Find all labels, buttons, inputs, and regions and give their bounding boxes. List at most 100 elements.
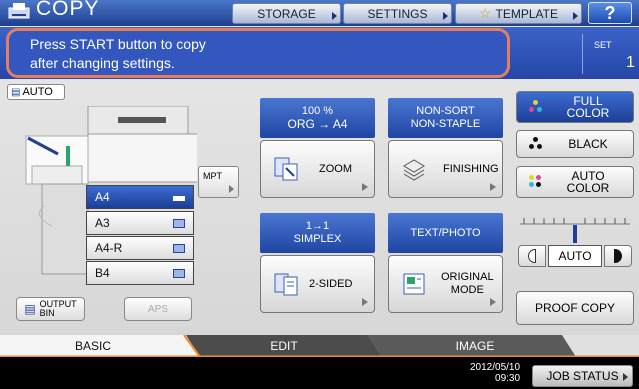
original-mode-label-1: ORIGINAL <box>441 271 494 283</box>
arrow-right-icon <box>229 185 234 193</box>
settings-button[interactable]: SETTINGS <box>343 3 452 24</box>
job-status-button[interactable]: JOB STATUS <box>532 365 633 387</box>
copy-app-icon <box>7 2 31 20</box>
output-bin-button[interactable]: ▤ OUTPUT BIN <box>16 297 85 321</box>
message-line-1: Press START button to copy <box>30 36 206 52</box>
storage-label: STORAGE <box>257 6 316 21</box>
original-mode-card: TEXT/PHOTO ORIGINAL MODE <box>388 213 503 313</box>
arrow-right-icon <box>362 183 368 191</box>
two-sided-icon <box>273 271 299 297</box>
original-mode-label-2: MODE <box>450 284 484 296</box>
tab-edit[interactable]: EDIT <box>200 335 368 357</box>
date: 2012/05/10 <box>470 362 521 373</box>
tray-label: B4 <box>95 266 110 280</box>
finishing-label: FINISHING <box>443 163 499 175</box>
original-mode-label: ORIGINAL MODE <box>441 271 494 297</box>
time: 09:30 <box>495 373 521 384</box>
black-icon <box>529 137 543 151</box>
original-mode-status: TEXT/PHOTO <box>388 213 503 253</box>
duplex-mode: 1→1 <box>305 220 330 232</box>
tray-a4[interactable]: A4 <box>86 185 194 209</box>
aps-label: APS <box>147 303 168 315</box>
set-divider <box>582 34 583 74</box>
copy-screen: { "header": { "title": "COPY", "storage_… <box>0 0 639 389</box>
original-mode-value: TEXT/PHOTO <box>410 226 481 239</box>
help-button[interactable]: ? <box>588 2 632 24</box>
proof-copy-button[interactable]: PROOF COPY <box>516 291 634 325</box>
mpt-button[interactable]: MPT <box>198 166 239 198</box>
arrow-right-icon <box>490 298 496 306</box>
tray-a3[interactable]: A3 <box>86 211 194 235</box>
arrow-right-icon <box>443 12 448 20</box>
zoom-label: ZOOM <box>319 163 352 175</box>
set-label: SET <box>594 40 612 50</box>
tray-b4[interactable]: B4 <box>86 261 194 285</box>
staple-mode: NON-STAPLE <box>410 118 481 130</box>
job-status-label: JOB STATUS <box>546 369 619 383</box>
original-mode-button[interactable]: ORIGINAL MODE <box>388 255 503 313</box>
auto-color-label-2: COLOR <box>566 181 610 195</box>
tray-a4-r[interactable]: A4-R <box>86 236 194 260</box>
app-title: COPY <box>36 0 100 20</box>
tray-label: A4 <box>95 190 110 204</box>
zoom-button[interactable]: ZOOM <box>260 140 375 198</box>
auto-color-label: AUTO COLOR <box>543 170 633 194</box>
finishing-button[interactable]: FINISHING <box>388 140 503 198</box>
arrow-right-icon <box>362 298 368 306</box>
paper-tray-icon <box>173 219 185 228</box>
duplex-card: 1→1 SIMPLEX 2-SIDED <box>260 213 375 313</box>
zoom-card: 100 % ORG → A4 ZOOM <box>260 98 375 198</box>
settings-label: SETTINGS <box>367 6 428 21</box>
aps-button[interactable]: APS <box>124 297 192 321</box>
tray-label: A4-R <box>95 241 123 255</box>
duplex-status: 1→1 SIMPLEX <box>260 213 375 253</box>
output-bin-label: OUTPUT BIN <box>39 299 77 318</box>
message-line-2: after changing settings. <box>30 55 175 71</box>
proof-copy-label: PROOF COPY <box>534 301 615 315</box>
paper-tray-icon <box>173 196 185 201</box>
tab-image[interactable]: IMAGE <box>382 335 568 357</box>
zoom-paper: ORG → A4 <box>287 117 348 131</box>
density-auto-button[interactable]: AUTO <box>548 245 602 267</box>
finishing-status: NON-SORT NON-STAPLE <box>388 98 503 138</box>
half-moon-right-icon <box>614 249 622 263</box>
arrow-right-icon <box>490 183 496 191</box>
full-color-label-2: COLOR <box>566 106 610 120</box>
sort-mode: NON-SORT <box>416 105 475 117</box>
auto-color-icon <box>529 175 543 189</box>
half-moon-left-icon <box>528 249 536 263</box>
darker-button[interactable] <box>604 245 632 267</box>
tray-label: A3 <box>95 216 110 230</box>
auto-color-button[interactable]: AUTO COLOR <box>516 166 634 198</box>
density-controls: AUTO <box>518 245 634 267</box>
auto-paper-button[interactable]: ▤ AUTO <box>7 84 65 100</box>
lighter-button[interactable] <box>518 245 546 267</box>
full-color-button[interactable]: FULL COLOR <box>516 91 634 123</box>
full-color-label: FULL COLOR <box>543 95 633 119</box>
duplex-type: SIMPLEX <box>293 233 342 245</box>
paper-tray-icon <box>173 269 185 278</box>
finishing-card: NON-SORT NON-STAPLE FINISHING <box>388 98 503 198</box>
full-color-icon <box>529 100 543 114</box>
output-bin-icon: ▤ <box>24 301 36 316</box>
paper-tray-icon <box>173 244 185 253</box>
auto-label: AUTO <box>22 86 53 98</box>
date-time: 2012/05/10 09:30 <box>470 362 520 384</box>
zoom-status: 100 % ORG → A4 <box>260 98 375 138</box>
arrow-right-icon <box>332 12 337 20</box>
mpt-label: MPT <box>203 171 222 181</box>
copy-count: 1 <box>626 54 635 71</box>
star-icon: ☆ <box>478 5 492 21</box>
stack-icon: ▤ <box>11 86 21 98</box>
template-label: TEMPLATE <box>495 6 559 21</box>
tab-basic[interactable]: BASIC <box>0 335 186 357</box>
arrow-right-icon <box>573 12 578 20</box>
black-label: BLACK <box>568 137 608 151</box>
original-mode-icon <box>401 271 427 297</box>
template-button[interactable]: ☆ TEMPLATE <box>455 3 582 24</box>
storage-button[interactable]: STORAGE <box>232 3 341 24</box>
arrow-right-icon <box>623 373 628 381</box>
density-level-marker <box>573 225 577 243</box>
black-button[interactable]: BLACK <box>516 130 634 158</box>
two-sided-button[interactable]: 2-SIDED <box>260 255 375 313</box>
